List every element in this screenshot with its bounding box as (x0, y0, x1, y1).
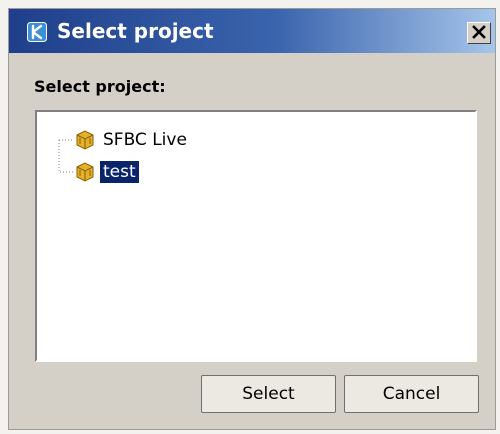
close-icon (472, 24, 486, 43)
dialog-title: Select project (57, 19, 214, 43)
select-project-dialog: Select project Select project: SFBC Live (8, 8, 496, 430)
tree-item-test[interactable]: test (73, 160, 139, 184)
tree-item-label: SFBC Live (103, 130, 187, 150)
tree-item-label: test (100, 161, 139, 183)
select-button[interactable]: Select (201, 375, 336, 413)
project-tree[interactable]: SFBC Live test (35, 110, 477, 362)
select-project-label: Select project: (34, 77, 166, 96)
project-cube-icon (73, 129, 97, 151)
close-button[interactable] (467, 22, 491, 44)
app-icon (27, 22, 47, 42)
title-bar[interactable]: Select project (9, 9, 495, 53)
tree-item-sfbc-live[interactable]: SFBC Live (73, 128, 190, 152)
project-cube-icon (73, 161, 97, 183)
cancel-button[interactable]: Cancel (344, 375, 479, 413)
